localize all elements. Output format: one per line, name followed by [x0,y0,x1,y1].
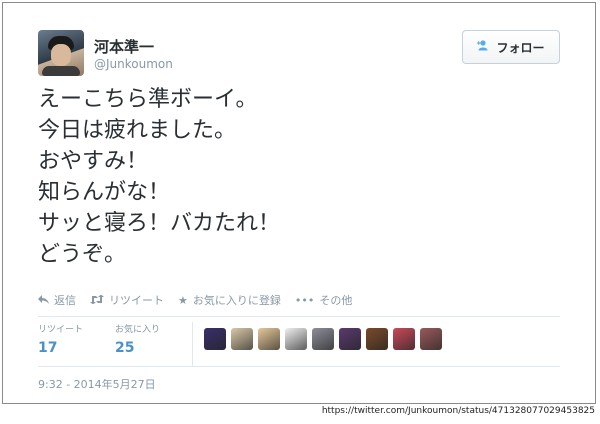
reply-label: 返信 [54,294,76,307]
favoriter-avatars [204,328,447,350]
follow-person-icon [477,40,490,54]
favoriter-avatar[interactable] [393,328,415,350]
retweet-stat[interactable]: リツイート 17 [38,322,83,356]
tweet-line: どうぞ。 [38,242,127,267]
favorite-label: お気に入りに登録 [192,294,281,307]
reply-icon [38,294,49,307]
tweet-line: おやすみ！ [38,149,149,174]
tweet-line: 知らんがな！ [38,180,171,205]
tweet-line: サッと寝ろ！バカたれ！ [38,211,281,236]
user-name[interactable]: 河本準一 [94,36,154,57]
tweet-stats: リツイート 17 お気に入り 25 [38,322,560,366]
favoriter-avatar[interactable] [339,328,361,350]
divider-bottom [38,366,560,367]
retweet-action[interactable]: リツイート [90,292,164,308]
more-label: その他 [319,294,353,307]
avatar[interactable] [38,30,84,76]
favorite-count: 25 [115,340,135,356]
stats-separator [192,322,193,366]
reply-action[interactable]: 返信 [38,292,76,308]
avatar-face [51,44,71,66]
favoriter-avatar[interactable] [312,328,334,350]
favorite-count-label: お気に入り [115,325,161,335]
star-icon: ★ [178,293,188,307]
favoriter-avatar[interactable] [420,328,442,350]
favoriter-avatar[interactable] [366,328,388,350]
retweet-count-label: リツイート [38,325,84,335]
tweet-line: えーこちら準ボーイ。 [38,87,258,112]
more-action[interactable]: ••• その他 [295,292,352,308]
favorite-stat[interactable]: お気に入り 25 [115,322,160,356]
source-url: https://twitter.com/Junkoumon/status/471… [321,406,595,416]
retweet-label: リツイート [109,294,164,307]
favorite-action[interactable]: ★ お気に入りに登録 [178,292,281,308]
retweet-count: 17 [38,340,58,356]
favoriter-avatar[interactable] [231,328,253,350]
favoriter-avatar[interactable] [258,328,280,350]
more-icon: ••• [294,293,315,307]
tweet-actions: 返信 リツイート ★ お気に入りに登録 ••• その他 [38,292,366,308]
favoriter-avatar[interactable] [204,328,226,350]
divider-top [38,316,560,317]
tweet-line: 今日は疲れました。 [38,118,237,143]
tweet-timestamp[interactable]: 9:32 - 2014年5月27日 [38,376,156,392]
avatar-shirt [42,66,80,76]
follow-button-label: フォロー [496,40,545,55]
user-handle[interactable]: @Junkoumon [94,57,173,71]
retweet-icon [90,294,104,307]
follow-button[interactable]: フォロー [462,30,560,64]
favoriter-avatar[interactable] [285,328,307,350]
tweet-text: えーこちら準ボーイ。 今日は疲れました。 おやすみ！ 知らんがな！ サッと寝ろ！… [38,84,558,270]
